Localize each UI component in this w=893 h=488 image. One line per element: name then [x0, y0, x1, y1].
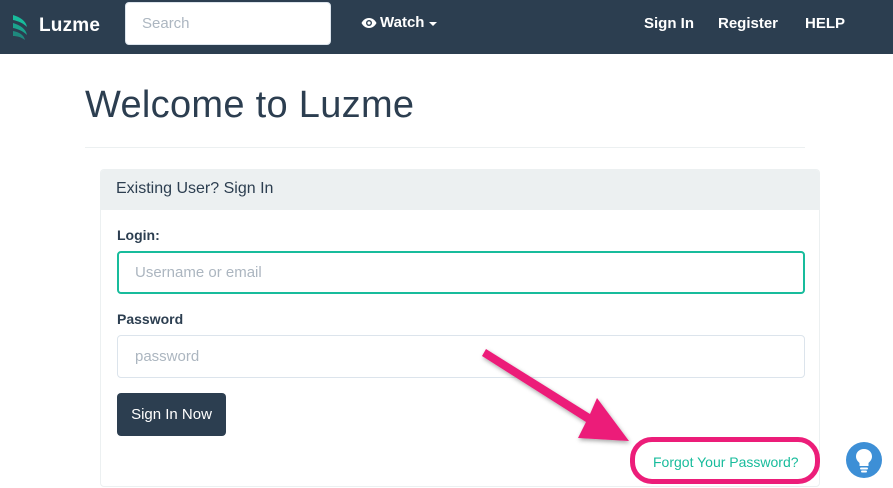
annotation-arrow: [482, 349, 629, 441]
help-lightbulb-icon[interactable]: [845, 441, 883, 479]
annotation-highlight-ring: [630, 437, 820, 484]
